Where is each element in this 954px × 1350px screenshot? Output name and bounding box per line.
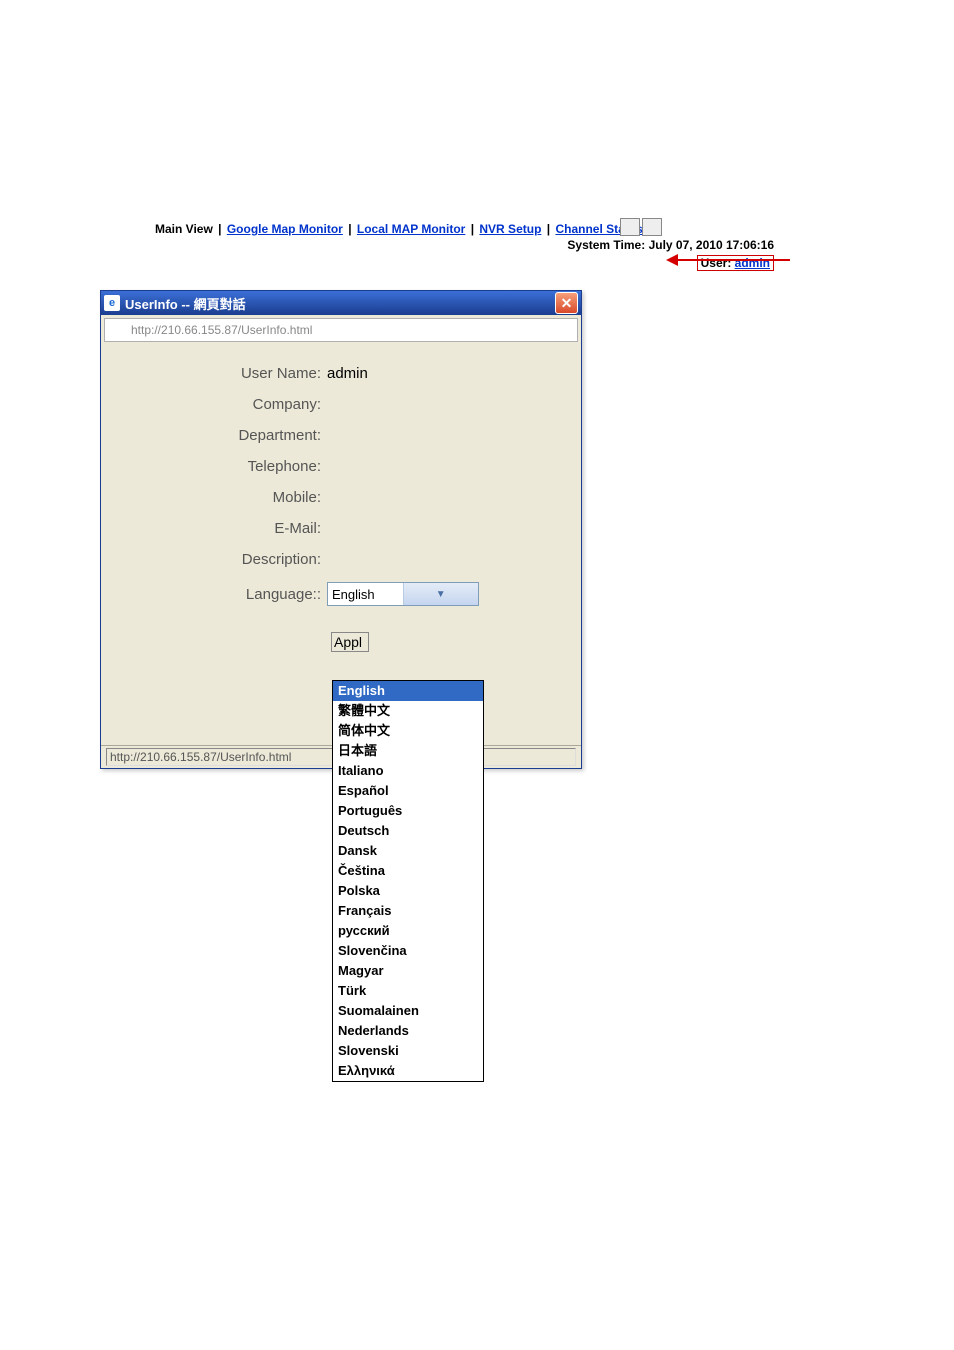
nav-main-view: Main View — [155, 222, 213, 236]
language-option[interactable]: Português — [333, 801, 483, 821]
dialog-titlebar[interactable]: e UserInfo -- 網頁對話 ✕ — [101, 291, 581, 315]
apply-button[interactable]: Appl — [331, 632, 369, 652]
language-option[interactable]: English — [333, 681, 483, 701]
language-option[interactable]: 日本語 — [333, 741, 483, 761]
chevron-down-icon[interactable]: ▼ — [403, 583, 479, 605]
language-option[interactable]: Ελληνικά — [333, 1061, 483, 1081]
language-option[interactable]: Nederlands — [333, 1021, 483, 1041]
company-label: Company: — [111, 396, 327, 413]
language-option[interactable]: Italiano — [333, 761, 483, 781]
language-option[interactable]: Slovenčina — [333, 941, 483, 961]
language-option[interactable]: Türk — [333, 981, 483, 1001]
language-option[interactable]: Dansk — [333, 841, 483, 861]
nav-nvr-setup[interactable]: NVR Setup — [479, 222, 541, 236]
language-selected: English — [328, 587, 403, 602]
department-label: Department: — [111, 427, 327, 444]
language-label: Language:: — [111, 586, 327, 603]
nav-google-map[interactable]: Google Map Monitor — [227, 222, 343, 236]
language-option[interactable]: русский — [333, 921, 483, 941]
save-icon[interactable] — [620, 218, 640, 236]
language-option[interactable]: Čeština — [333, 861, 483, 881]
language-option[interactable]: 繁體中文 — [333, 701, 483, 721]
email-label: E-Mail: — [111, 520, 327, 537]
address-url: http://210.66.155.87/UserInfo.html — [131, 323, 312, 337]
language-option[interactable]: Español — [333, 781, 483, 801]
language-option[interactable]: Slovenski — [333, 1041, 483, 1061]
nav-local-map[interactable]: Local MAP Monitor — [357, 222, 465, 236]
dialog-body: User Name:admin Company: Department: Tel… — [101, 345, 581, 665]
ie-icon: e — [104, 295, 120, 311]
telephone-label: Telephone: — [111, 458, 327, 475]
user-box: User: admin — [697, 255, 774, 271]
page-icon — [110, 322, 126, 338]
annotation-arrow — [670, 259, 790, 261]
language-option[interactable]: Deutsch — [333, 821, 483, 841]
system-time: System Time: July 07, 2010 17:06:16 — [567, 238, 774, 252]
dialog-title: UserInfo -- 網頁對話 — [125, 294, 555, 313]
language-select[interactable]: English ▼ — [327, 582, 479, 606]
language-option[interactable]: Suomalainen — [333, 1001, 483, 1021]
language-option[interactable]: Magyar — [333, 961, 483, 981]
username-label: User Name: — [111, 365, 327, 382]
mobile-label: Mobile: — [111, 489, 327, 506]
close-button[interactable]: ✕ — [555, 292, 578, 314]
top-nav: Main View | Google Map Monitor | Local M… — [155, 222, 774, 236]
language-option[interactable]: 简体中文 — [333, 721, 483, 741]
language-dropdown[interactable]: English繁體中文简体中文日本語ItalianoEspañolPortugu… — [332, 680, 484, 1082]
username-value: admin — [327, 365, 571, 382]
description-label: Description: — [111, 551, 327, 568]
toolbar-icons — [618, 218, 662, 239]
fullscreen-icon[interactable] — [642, 218, 662, 236]
language-option[interactable]: Polska — [333, 881, 483, 901]
address-bar[interactable]: http://210.66.155.87/UserInfo.html — [104, 318, 578, 342]
language-option[interactable]: Français — [333, 901, 483, 921]
